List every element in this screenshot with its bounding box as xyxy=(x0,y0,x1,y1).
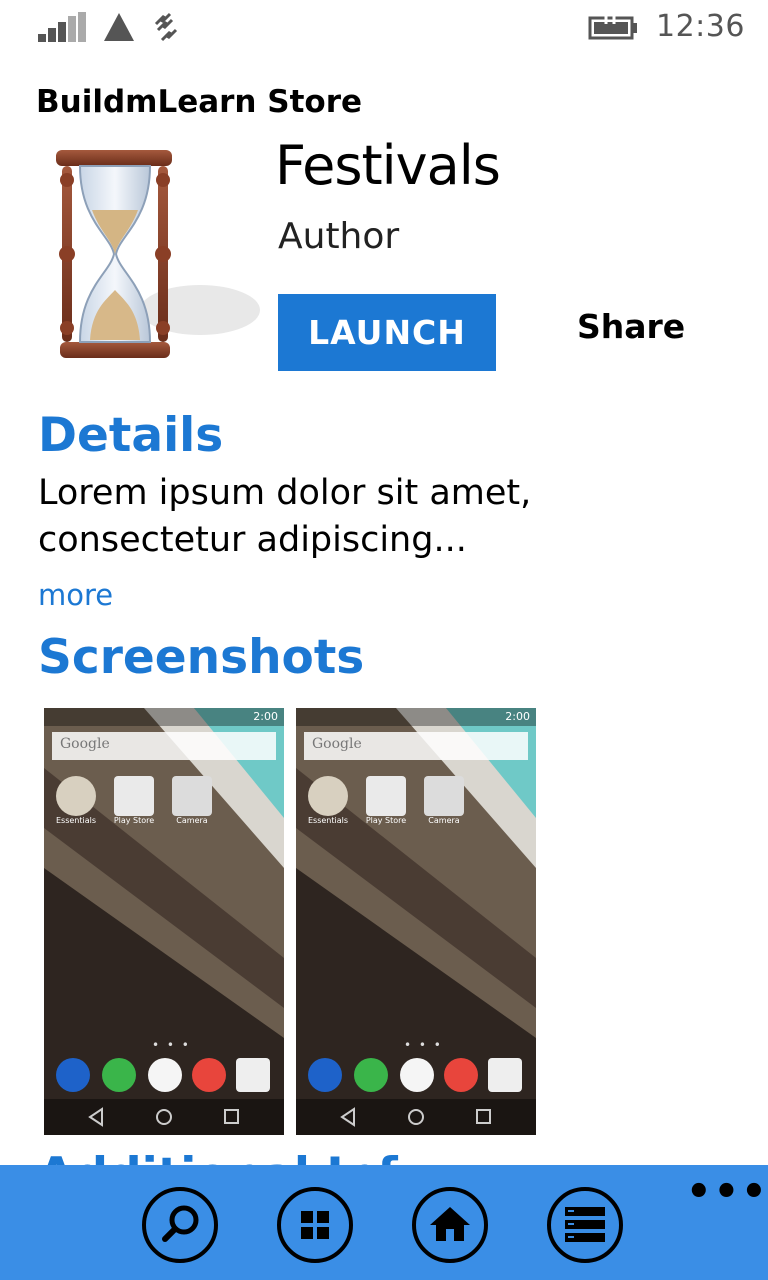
device-nav-bar xyxy=(296,1099,536,1135)
camera-icon xyxy=(424,776,464,816)
essentials-icon xyxy=(56,776,96,816)
list-icon xyxy=(565,1207,605,1242)
chrome-icon xyxy=(444,1058,478,1092)
status-clock: 12:36 xyxy=(656,9,745,44)
search-text: Google xyxy=(60,736,110,752)
app-description: Lorem ipsum dolor sit amet, consectetur … xyxy=(38,473,532,560)
gmail-icon xyxy=(236,1058,270,1092)
share-button[interactable]: Share xyxy=(577,307,685,346)
essentials-icon xyxy=(308,776,348,816)
details-heading: Details xyxy=(38,408,224,463)
app-label: Essentials xyxy=(55,816,97,825)
google-search-bar: Google xyxy=(52,732,276,760)
list-button[interactable] xyxy=(547,1187,623,1263)
launch-button[interactable]: LAUNCH xyxy=(278,294,496,371)
status-bar: 12:36 xyxy=(0,0,768,60)
search-button[interactable] xyxy=(142,1187,218,1263)
screenshots-heading: Screenshots xyxy=(38,630,365,685)
device-nav-bar xyxy=(44,1099,284,1135)
page-indicator: • • • xyxy=(404,1038,443,1052)
nav-buttons-icon xyxy=(88,1107,239,1127)
hourglass-app-icon xyxy=(56,150,260,358)
play-store-icon xyxy=(366,776,406,816)
device-status-bar: 2:00 xyxy=(296,708,536,726)
device-time: 2:00 xyxy=(253,710,278,723)
app-label: Camera xyxy=(176,816,208,825)
grid-icon xyxy=(301,1211,329,1239)
screenshot-thumbnail[interactable]: 2:00 Google Essentials Play Store Camera… xyxy=(296,708,536,1135)
phone-icon xyxy=(56,1058,90,1092)
search-icon xyxy=(162,1205,199,1242)
hangouts-icon xyxy=(354,1058,388,1092)
more-link[interactable]: more xyxy=(38,578,113,612)
data-connection-icon xyxy=(104,13,134,41)
app-label: Essentials xyxy=(307,816,349,825)
home-icon xyxy=(430,1207,470,1241)
app-label: Camera xyxy=(428,816,460,825)
app-drawer-icon xyxy=(148,1058,182,1092)
chrome-icon xyxy=(192,1058,226,1092)
camera-icon xyxy=(172,776,212,816)
app-name: Festivals xyxy=(275,134,501,197)
app-bar: ••• xyxy=(0,1165,768,1280)
categories-button[interactable] xyxy=(277,1187,353,1263)
search-text: Google xyxy=(312,736,362,752)
signal-strength-icon xyxy=(38,12,88,42)
battery-charging-icon xyxy=(588,16,637,40)
device-status-bar: 2:00 xyxy=(44,708,284,726)
gmail-icon xyxy=(488,1058,522,1092)
app-label: Play Store xyxy=(365,816,407,825)
nav-buttons-icon xyxy=(340,1107,491,1127)
app-drawer-icon xyxy=(400,1058,434,1092)
vibrate-icon xyxy=(154,12,178,42)
page-indicator: • • • xyxy=(152,1038,191,1052)
app-label: Play Store xyxy=(113,816,155,825)
play-store-icon xyxy=(114,776,154,816)
more-options-button[interactable]: ••• xyxy=(686,1169,768,1215)
hangouts-icon xyxy=(102,1058,136,1092)
home-button[interactable] xyxy=(412,1187,488,1263)
google-search-bar: Google xyxy=(304,732,528,760)
device-time: 2:00 xyxy=(505,710,530,723)
app-author[interactable]: Author xyxy=(278,216,399,257)
page-title: BuildmLearn Store xyxy=(36,84,363,120)
phone-icon xyxy=(308,1058,342,1092)
screenshot-thumbnail[interactable]: 2:00 Google Essentials Play Store Camera… xyxy=(44,708,284,1135)
